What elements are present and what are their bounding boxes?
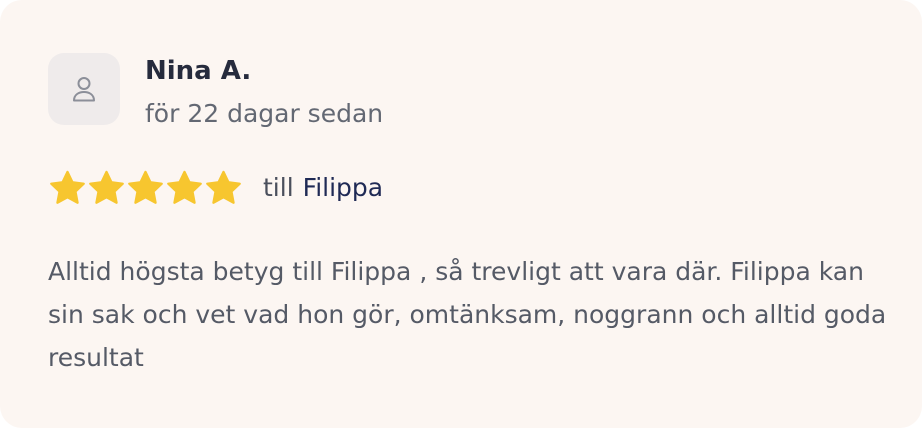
- user-icon: [71, 75, 97, 103]
- star-rating: [48, 169, 243, 208]
- star-icon: [206, 170, 241, 204]
- reviewer-name: Nina A.: [145, 56, 252, 86]
- star-icon: [167, 170, 202, 204]
- recipient-prefix: till: [263, 173, 294, 202]
- star-icon: [128, 170, 163, 204]
- avatar: [48, 53, 120, 125]
- star-icon: [50, 170, 85, 204]
- rating-row: till Filippa: [48, 168, 383, 208]
- review-timestamp: för 22 dagar sedan: [145, 99, 384, 128]
- review-card: Nina A. för 22 dagar sedan till Filippa …: [0, 0, 922, 428]
- review-text: Alltid högsta betyg till Filippa , så tr…: [48, 257, 887, 372]
- recipient-name: Filippa: [302, 173, 384, 202]
- star-icon: [89, 170, 124, 204]
